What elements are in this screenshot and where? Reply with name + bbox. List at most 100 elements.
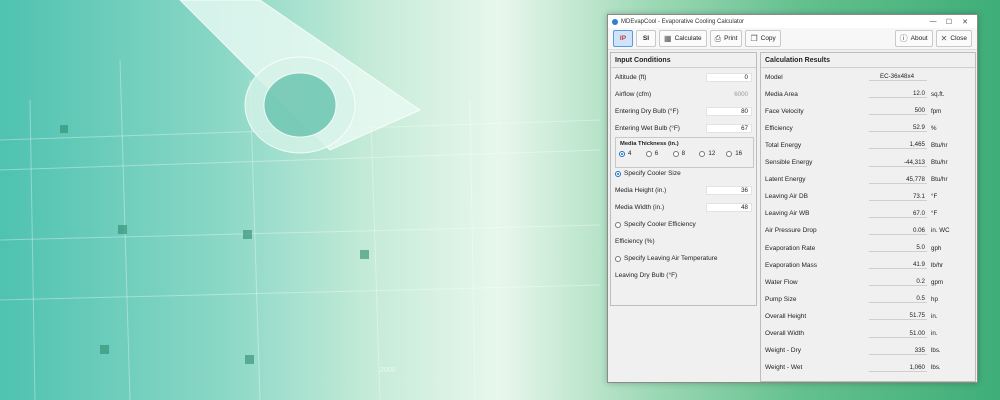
efficiency-input[interactable] xyxy=(706,237,752,246)
result-unit: Btu/hr xyxy=(931,141,948,149)
result-unit: Btu/hr xyxy=(931,159,948,166)
close-window-button[interactable]: ✕ xyxy=(957,18,973,26)
result-unit: in. xyxy=(931,312,938,320)
media-height-label: Media Height (in.) xyxy=(615,186,667,194)
media-height-input[interactable]: 36 xyxy=(706,185,752,195)
result-label: Evaporation Rate xyxy=(765,244,816,252)
radio-icon xyxy=(619,150,625,157)
result-label: Media Area xyxy=(765,90,798,98)
result-value: 500 xyxy=(869,107,927,116)
result-label: Water Flow xyxy=(765,278,798,286)
si-label: SI xyxy=(642,35,650,42)
result-row: Weight - Dry 335 lbs. xyxy=(765,345,971,357)
result-label: Weight - Wet xyxy=(765,364,803,372)
title-bar: MDEvapCool - Evaporative Cooling Calcula… xyxy=(608,15,977,28)
result-value: EC-36x48x4 xyxy=(869,73,927,81)
dry-bulb-input[interactable]: 80 xyxy=(706,106,752,116)
thickness-label: 12 xyxy=(708,150,716,157)
result-label: Weight - Dry xyxy=(765,347,801,355)
airflow-input[interactable]: 6000 xyxy=(706,90,752,99)
result-unit: lb/hr xyxy=(931,261,944,269)
result-unit: °F xyxy=(931,210,938,218)
specify-efficiency-radio[interactable]: Specify Cooler Efficiency xyxy=(615,221,696,228)
about-button[interactable]: ⓘ About xyxy=(894,30,933,47)
maximize-button[interactable]: ☐ xyxy=(941,18,957,26)
result-label: Air Pressure Drop xyxy=(765,227,817,235)
result-label: Pump Size xyxy=(765,295,797,303)
result-row: Efficiency 52.9% xyxy=(765,122,971,134)
result-unit: in. xyxy=(931,330,938,337)
result-row: Leaving Air WB 67.0 °F xyxy=(765,208,971,220)
media-width-input[interactable]: 48 xyxy=(706,202,752,212)
printer-icon: ⎙ xyxy=(714,33,722,43)
print-label: Print xyxy=(724,35,738,42)
result-unit: % xyxy=(931,124,937,132)
thickness-option-16[interactable]: 16 xyxy=(726,150,753,157)
copy-icon: ❐ xyxy=(750,34,758,43)
result-value: 51.00 xyxy=(869,330,927,338)
print-button[interactable]: ⎙ Print xyxy=(709,30,743,47)
result-label: Total Energy xyxy=(765,141,802,149)
result-row: Face Velocity 500 fpm xyxy=(765,105,971,117)
input-panel-title: Input Conditions xyxy=(611,53,756,68)
input-conditions-panel: Input Conditions Altitude (ft) 0 Airflow… xyxy=(610,52,757,306)
specify-leaving-radio[interactable]: Specify Leaving Air Temperature xyxy=(615,255,717,262)
result-label: Overall Height xyxy=(765,312,807,320)
result-row: Overall Width 51.00 in. xyxy=(765,328,971,340)
result-row: Air Pressure Drop 0.06 in. WC xyxy=(765,225,971,237)
copy-button[interactable]: ❐ Copy xyxy=(745,30,781,47)
result-row: Weight - Wet 1,060 lbs. xyxy=(765,362,971,374)
leaving-db-input[interactable] xyxy=(706,271,752,280)
altitude-row: Altitude (ft) 0 xyxy=(615,71,752,83)
result-label: Model xyxy=(765,73,783,81)
specify-size-radio[interactable]: Specify Cooler Size xyxy=(615,170,681,177)
toolbar: IP SI ▦ Calculate ⎙ Print ❐ Copy ⓘ About… xyxy=(608,28,977,50)
close-button[interactable]: ✕ Close xyxy=(935,30,972,47)
thickness-label: 6 xyxy=(654,150,659,157)
thickness-option-8[interactable]: 8 xyxy=(672,150,700,157)
thickness-label: 4 xyxy=(628,150,632,157)
result-label: Sensible Energy xyxy=(765,159,813,166)
airflow-row: Airflow (cfm) 6000 xyxy=(615,88,752,100)
thickness-option-6[interactable]: 6 xyxy=(645,150,673,157)
thickness-option-4[interactable]: 4 xyxy=(619,150,646,157)
ip-label: IP xyxy=(619,35,627,42)
radio-icon xyxy=(726,150,733,157)
copy-label: Copy xyxy=(760,35,776,42)
result-label: Evaporation Mass xyxy=(765,261,818,269)
result-row: Media Area 12.0 sq.ft. xyxy=(765,88,971,100)
result-value: 1,465 xyxy=(869,141,927,150)
radio-icon xyxy=(615,221,621,228)
result-label: Efficiency xyxy=(765,124,793,132)
result-unit: fpm xyxy=(931,107,942,115)
result-value: 51.75 xyxy=(869,312,927,321)
specify-efficiency-label: Specify Cooler Efficiency xyxy=(624,221,696,228)
ip-units-button[interactable]: IP xyxy=(613,30,633,47)
result-label: Face Velocity xyxy=(765,107,804,115)
si-units-button[interactable]: SI xyxy=(636,30,656,47)
close-icon: ✕ xyxy=(940,34,948,43)
result-row: Model EC-36x48x4 xyxy=(765,71,971,83)
result-row: Total Energy 1,465 Btu/hr xyxy=(765,139,971,151)
result-row: Water Flow 0.2 gpm xyxy=(765,276,971,288)
wet-bulb-input[interactable]: 67 xyxy=(706,123,752,133)
result-label: Overall Width xyxy=(765,330,805,337)
result-label: Leaving Air WB xyxy=(765,210,810,218)
result-row: Evaporation Rate 5.0 gph xyxy=(765,242,971,254)
efficiency-label: Efficiency (%) xyxy=(615,237,655,245)
media-width-row: Media Width (in.) 48 xyxy=(615,201,752,213)
media-height-row: Media Height (in.) 36 xyxy=(615,184,752,196)
window-title: MDEvapCool - Evaporative Cooling Calcula… xyxy=(621,18,745,25)
minimize-button[interactable]: — xyxy=(925,18,941,25)
result-value: 0.06 xyxy=(869,227,927,235)
result-value: -44,313 xyxy=(869,159,927,167)
altitude-input[interactable]: 0 xyxy=(706,72,752,82)
specify-size-label: Specify Cooler Size xyxy=(624,170,681,177)
result-value: 73.1 xyxy=(869,193,927,201)
thickness-option-12[interactable]: 12 xyxy=(699,150,726,157)
result-unit: lbs. xyxy=(931,347,941,355)
radio-icon xyxy=(699,150,706,157)
result-unit: °F xyxy=(931,193,938,201)
result-value: 12.0 xyxy=(869,90,927,99)
calculate-button[interactable]: ▦ Calculate xyxy=(659,30,707,47)
